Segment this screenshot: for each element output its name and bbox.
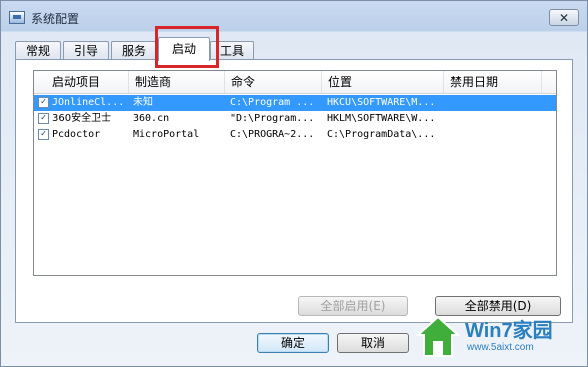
tab-services[interactable]: 服务 [111, 41, 157, 60]
window-title: 系统配置 [31, 12, 80, 26]
startup-panel: 启动项目 制造商 命令 位置 禁用日期 ✓ JOnlineCl... 未知 C:… [15, 59, 573, 323]
title-bar: 系统配置 ✕ [1, 1, 588, 33]
ok-button[interactable]: 确定 [257, 333, 329, 353]
list-header: 启动项目 制造商 命令 位置 禁用日期 [34, 71, 556, 94]
close-button[interactable]: ✕ [549, 9, 579, 26]
cell-startup-item: Pcdoctor [52, 129, 101, 140]
watermark-brand: Win7家园 [465, 320, 553, 342]
cell-startup-item: 360安全卫士 [52, 113, 112, 124]
startup-tab-highlight [155, 26, 219, 68]
table-row[interactable]: ✓ 360安全卫士 360.cn "D:\Program... HKLM\SOF… [34, 111, 556, 127]
row-checkbox[interactable]: ✓ [38, 113, 49, 124]
cell-location: HKLM\SOFTWARE\W... [327, 113, 436, 124]
cell-command: C:\Program ... [230, 97, 315, 108]
system-config-window: 系统配置 ✕ 常规 引导 服务 启动 工具 启动项目 制造商 命令 位置 禁用日… [0, 0, 588, 367]
msconfig-icon [9, 11, 25, 24]
cell-location: C:\ProgramData\... [327, 129, 436, 140]
row-checkbox[interactable]: ✓ [38, 97, 49, 108]
cell-command: C:\PROGRA~2... [230, 129, 315, 140]
cell-location: HKCU\SOFTWARE\M... [327, 97, 436, 108]
tab-general[interactable]: 常规 [15, 41, 61, 60]
cell-manufacturer: 360.cn [133, 113, 170, 124]
cell-startup-item: JOnlineCl... [52, 97, 125, 108]
row-checkbox[interactable]: ✓ [38, 129, 49, 140]
startup-list[interactable]: 启动项目 制造商 命令 位置 禁用日期 ✓ JOnlineCl... 未知 C:… [33, 70, 557, 276]
column-startup-item[interactable]: 启动项目 [34, 71, 129, 93]
column-manufacturer[interactable]: 制造商 [129, 71, 225, 93]
watermark-url: www.5aixt.com [467, 342, 534, 353]
column-location[interactable]: 位置 [322, 71, 444, 93]
table-row[interactable]: ✓ JOnlineCl... 未知 C:\Program ... HKCU\SO… [34, 95, 556, 111]
column-disabled-date[interactable]: 禁用日期 [444, 71, 542, 93]
tab-boot[interactable]: 引导 [63, 41, 109, 60]
cancel-button[interactable]: 取消 [337, 333, 409, 353]
table-row[interactable]: ✓ Pcdoctor MicroPortal C:\PROGRA~2... C:… [34, 127, 556, 143]
watermark: Win7家园 www.5aixt.com [415, 312, 583, 364]
column-command[interactable]: 命令 [225, 71, 322, 93]
enable-all-button[interactable]: 全部启用(E) [298, 296, 408, 316]
house-logo-icon [415, 315, 461, 357]
cell-command: "D:\Program... [230, 113, 315, 124]
cell-manufacturer: MicroPortal [133, 129, 200, 140]
cell-manufacturer: 未知 [133, 97, 153, 108]
